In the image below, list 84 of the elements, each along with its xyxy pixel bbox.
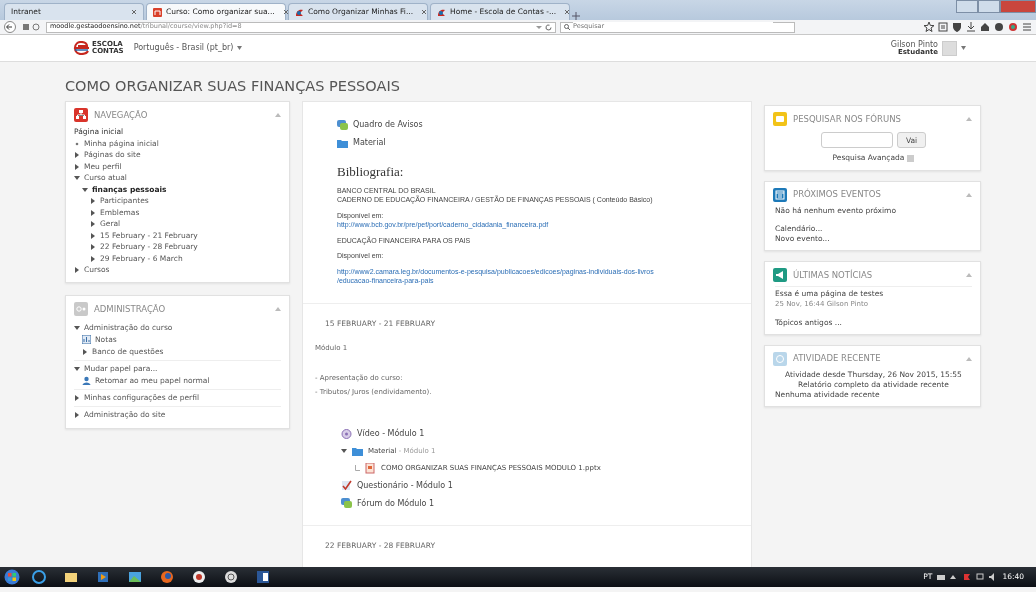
clipboard-icon[interactable] — [938, 22, 948, 32]
site-favicon-icon — [295, 7, 304, 17]
home-icon[interactable] — [980, 22, 990, 32]
gauge-app-icon[interactable] — [224, 570, 238, 584]
expand-arrow-icon[interactable] — [74, 163, 80, 170]
photo-app-icon[interactable] — [128, 570, 142, 584]
globe-app-icon[interactable] — [32, 570, 46, 584]
download-icon[interactable] — [966, 22, 976, 32]
forum-icon — [337, 119, 348, 131]
addon-icon[interactable] — [1008, 22, 1018, 32]
calendar-icon — [773, 187, 787, 202]
media-app-icon[interactable] — [96, 570, 110, 584]
start-button-icon[interactable] — [4, 569, 20, 585]
collapse-arrow-icon[interactable] — [82, 186, 88, 193]
folder-icon — [352, 445, 363, 457]
expand-arrow-icon[interactable] — [90, 209, 96, 216]
settings-icon — [74, 301, 88, 316]
block-title: ADMINISTRAÇÃO — [94, 302, 167, 316]
close-icon[interactable] — [282, 9, 289, 15]
expand-arrow-icon[interactable] — [82, 349, 88, 356]
flag-icon[interactable] — [963, 573, 972, 581]
expand-arrow-icon[interactable] — [90, 221, 96, 228]
course-title: COMO ORGANIZAR SUAS FINANÇAS PESSOAIS — [65, 77, 401, 96]
folder-icon — [337, 137, 348, 149]
bibliography-heading: Bibliografia: — [337, 163, 405, 182]
close-icon[interactable] — [421, 9, 428, 15]
star-icon[interactable] — [924, 22, 934, 32]
user-switch-icon — [82, 376, 91, 386]
collapse-arrow-icon[interactable] — [74, 324, 80, 331]
folder-app-icon[interactable] — [64, 570, 78, 584]
presentation-file-icon — [365, 462, 376, 474]
clock-icon — [773, 351, 787, 366]
block-title: PRÓXIMOS EVENTOS — [793, 188, 882, 201]
video-icon — [341, 428, 352, 440]
expand-arrow-icon[interactable] — [90, 232, 96, 239]
quiz-icon — [341, 480, 352, 492]
close-icon[interactable] — [564, 9, 571, 15]
block-title: PESQUISAR NOS FÓRUNS — [793, 113, 902, 126]
document-app-icon[interactable] — [256, 570, 270, 584]
tree-line-icon — [355, 465, 360, 472]
keyboard-icon[interactable] — [937, 573, 946, 581]
search-icon — [564, 24, 570, 30]
block-title: ÚLTIMAS NOTÍCIAS — [793, 268, 874, 282]
activity-link[interactable]: Material — [353, 137, 386, 150]
moodle-favicon-icon — [153, 7, 162, 17]
site-favicon-icon — [437, 7, 446, 17]
expand-arrow-icon[interactable] — [90, 244, 96, 251]
expand-arrow-icon[interactable] — [74, 267, 80, 274]
block-title: ATIVIDADE RECENTE — [793, 352, 882, 366]
sitemap-icon — [74, 108, 88, 123]
search-input[interactable] — [820, 132, 893, 149]
user-name[interactable]: Gilson Pinto — [890, 40, 938, 49]
network-icon[interactable] — [976, 573, 985, 581]
megaphone-icon — [773, 268, 787, 282]
block-title: NAVEGAÇÃO — [94, 109, 149, 122]
shield-icon[interactable] — [952, 22, 962, 32]
logo-emblem-icon — [72, 41, 90, 55]
expand-arrow-icon[interactable] — [74, 395, 80, 402]
close-icon[interactable] — [131, 9, 137, 15]
expand-arrow-icon[interactable] — [74, 152, 80, 159]
activity-link[interactable]: Quadro de Avisos — [353, 119, 423, 132]
caret-icon — [237, 46, 243, 50]
caret-icon[interactable] — [961, 46, 966, 50]
chat-bubble-icon — [773, 112, 787, 127]
activity-link[interactable]: Fórum do Módulo 1 — [357, 497, 435, 510]
collapse-arrow-icon[interactable] — [341, 448, 347, 455]
round-app-icon[interactable] — [192, 570, 206, 584]
back-icon[interactable] — [4, 21, 18, 33]
page-info-icon[interactable] — [22, 23, 42, 31]
collapse-arrow-icon[interactable] — [74, 175, 80, 182]
new-tab-icon[interactable] — [572, 12, 580, 20]
tray-arrow-icon[interactable] — [950, 573, 959, 581]
expand-arrow-icon[interactable] — [74, 411, 80, 418]
dropdown-arrow-icon — [536, 24, 542, 30]
activity-link[interactable]: Vídeo - Módulo 1 — [357, 427, 425, 440]
bullet-icon — [74, 140, 80, 147]
activity-link[interactable]: Questionário - Módulo 1 — [357, 479, 453, 492]
expand-arrow-icon[interactable] — [90, 198, 96, 205]
reload-icon[interactable] — [545, 23, 552, 31]
expand-arrow-icon[interactable] — [90, 255, 96, 262]
forum-icon — [341, 498, 352, 510]
grades-icon — [82, 335, 91, 345]
language-menu[interactable]: Português - Brasil (pt_br) — [133, 42, 243, 54]
collapse-arrow-icon[interactable] — [74, 365, 80, 372]
